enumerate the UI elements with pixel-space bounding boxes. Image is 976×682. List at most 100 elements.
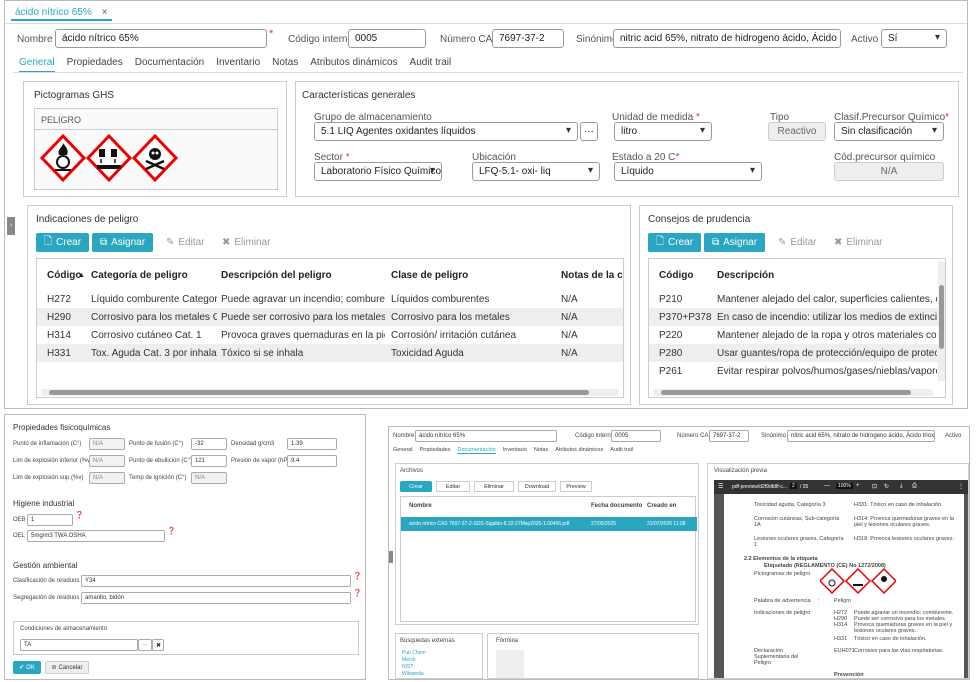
sinonimo-input[interactable]: nitric acid 65%, nitrato de hidrogeno ác… (613, 29, 841, 48)
cond-input[interactable]: TA (20, 639, 138, 651)
menu-icon[interactable]: ☰ (718, 483, 723, 490)
grupo-select[interactable]: 5.1 LIQ Agentes oxidantes líquidos (314, 122, 578, 141)
tab-notas[interactable]: Notas (272, 57, 298, 73)
col-descripcion[interactable]: Descripción (717, 270, 774, 281)
prudence-delete-button[interactable]: ✖ Eliminar (826, 233, 891, 252)
ok-button[interactable]: ✔ OK (13, 661, 41, 674)
help-icon[interactable]: ❓ (353, 572, 362, 580)
prudence-vscroll[interactable] (938, 261, 945, 381)
grupo-more-button[interactable]: ··· (580, 122, 598, 141)
fit-icon[interactable]: ⊡ (872, 483, 877, 490)
tab-propiedades[interactable]: Propiedades (67, 57, 123, 73)
document-tab[interactable]: ácido nítrico 65% × (11, 5, 112, 21)
tab-atributos[interactable]: Atributos dinámicos (555, 447, 603, 454)
estado-select[interactable]: Líquido (614, 162, 762, 181)
tab-general[interactable]: General (393, 447, 413, 454)
zoom-in-icon[interactable]: + (856, 483, 860, 489)
ubicacion-select[interactable]: LFQ-5.1- oxi- liq (472, 162, 600, 181)
doc-edit-button[interactable]: Editar (436, 481, 470, 492)
table-row[interactable]: P220 Mantener alejado de la ropa y otros … (649, 326, 945, 344)
codigo-input[interactable]: 0005 (611, 430, 661, 442)
more-icon[interactable]: ⋮ (958, 483, 964, 490)
expand-handle[interactable] (389, 551, 393, 563)
print-icon[interactable]: ⎙ (912, 483, 917, 490)
oeb-input[interactable]: 1 (27, 514, 73, 526)
doc-delete-button[interactable]: Eliminar (474, 481, 514, 492)
doc-preview-button[interactable]: Preview (560, 481, 592, 492)
pdf-page-input[interactable]: 2 (790, 483, 797, 489)
help-icon[interactable]: ❓ (167, 527, 176, 535)
tab-atributos[interactable]: Atributos dinámicos (310, 57, 397, 73)
hazard-assign-button[interactable]: ⧉ Asignar (92, 233, 154, 252)
table-row[interactable]: P261 Evitar respirar polvos/humos/gases/n… (649, 362, 945, 380)
table-row[interactable]: P210 Mantener alejado del calor, superfic… (649, 290, 945, 308)
col-notas[interactable]: Notas de la clasifi (561, 270, 623, 281)
hazard-create-button[interactable]: 🗋 Crear (36, 233, 90, 252)
doc-create-button[interactable]: Crear (400, 481, 432, 492)
tab-documentacion[interactable]: Documentación (135, 57, 204, 73)
col-nombre[interactable]: Nombre (409, 503, 432, 509)
nombre-input[interactable]: ácido nítrico 65% (415, 430, 557, 442)
cond-more-button[interactable]: ··· (138, 639, 152, 651)
col-clase[interactable]: Clase de peligro (391, 270, 468, 281)
doc-download-button[interactable]: Download (518, 481, 556, 492)
prudence-edit-button[interactable]: ✎ Editar (770, 233, 825, 252)
tab-inventario[interactable]: Inventario (503, 447, 527, 454)
table-row[interactable]: P280 Usar guantes/ropa de protección/equi… (649, 344, 945, 362)
sinonimo-input[interactable]: nitric acid 65%, nitrato de hidrogeno ác… (787, 430, 935, 442)
table-row[interactable]: ácido nítrico CAS 7697-37-2-SDS-Sigaldo-… (401, 517, 697, 531)
cas-input[interactable]: 7697-37-2 (492, 29, 564, 48)
inflam-input[interactable]: N/A (89, 438, 125, 450)
download-icon[interactable]: ⤓ (900, 483, 903, 490)
oel-input[interactable]: 5mg/m3 TWA OSHA (27, 530, 165, 542)
help-icon[interactable]: ❓ (353, 589, 362, 597)
link-nist[interactable]: NIST (402, 664, 413, 670)
clasif-select[interactable]: Sin clasificación (834, 122, 944, 141)
segres-input[interactable]: amarillo, bidón (81, 592, 351, 604)
tab-general[interactable]: General (19, 57, 55, 73)
tab-notas[interactable]: Notas (534, 447, 548, 454)
pdf-zoom[interactable]: 100% (836, 483, 853, 489)
link-merck[interactable]: Merck (402, 657, 416, 663)
col-creado[interactable]: Creado en (647, 503, 676, 509)
cas-input[interactable]: 7697-37-2 (709, 430, 749, 442)
link-wikipedia[interactable]: Wikipedia (402, 671, 424, 677)
expand-handle[interactable]: › (7, 217, 15, 235)
table-row[interactable]: H290Corrosivo para los metales Cat. 1Pue… (37, 308, 623, 326)
activo-select[interactable]: Sí (881, 29, 947, 48)
ign-input[interactable]: N/A (191, 472, 227, 484)
prudence-assign-button[interactable]: ⧉ Asignar (704, 233, 766, 252)
col-fecha[interactable]: Fecha documento (591, 503, 642, 509)
close-icon[interactable]: ✖ (152, 639, 164, 651)
hazard-edit-button[interactable]: ✎ Editar (158, 233, 213, 252)
hazard-hscroll[interactable] (41, 389, 619, 396)
ebul-input[interactable]: 121 (191, 455, 227, 467)
rotate-icon[interactable]: ↻ (884, 483, 889, 490)
table-row[interactable]: H331Tox. Aguda Cat. 3 por inhalaciónTóxi… (37, 344, 623, 362)
tab-inventario[interactable]: Inventario (216, 57, 260, 73)
zoom-out-icon[interactable]: — (824, 483, 830, 489)
col-codigo[interactable]: Código (659, 270, 693, 281)
fusion-input[interactable]: -32 (191, 438, 227, 450)
col-descripcion[interactable]: Descripción del peligro (221, 270, 332, 281)
help-icon[interactable]: ❓ (75, 511, 84, 519)
lei-input[interactable]: N/A (89, 455, 125, 467)
les-input[interactable]: N/A (89, 472, 125, 484)
col-categoria[interactable]: Categoría de peligro (91, 270, 188, 281)
tab-audit[interactable]: Audit trail (410, 57, 452, 73)
close-icon[interactable]: × (102, 7, 108, 18)
clasres-input[interactable]: Y34 (81, 575, 351, 587)
codigo-input[interactable]: 0005 (348, 29, 426, 48)
sector-select[interactable]: Laboratorio Físico Químico (314, 162, 442, 181)
nombre-input[interactable]: ácido nítrico 65% (55, 29, 267, 48)
table-row[interactable]: P370+P378 En caso de incendio: utilizar l… (649, 308, 945, 326)
tab-audit[interactable]: Audit trail (610, 447, 633, 454)
prudence-hscroll[interactable] (653, 389, 933, 396)
link-pubchem[interactable]: Pub Chem (402, 650, 426, 656)
tab-documentacion[interactable]: Documentación (457, 447, 496, 454)
dens-input[interactable]: 1.39 (287, 438, 337, 450)
prudence-create-button[interactable]: 🗋 Crear (648, 233, 702, 252)
vap-input[interactable]: 9.4 (287, 455, 337, 467)
col-codigo[interactable]: Código (47, 270, 81, 281)
table-row[interactable]: H272Líquido comburente Categoría 2Puede … (37, 290, 623, 308)
